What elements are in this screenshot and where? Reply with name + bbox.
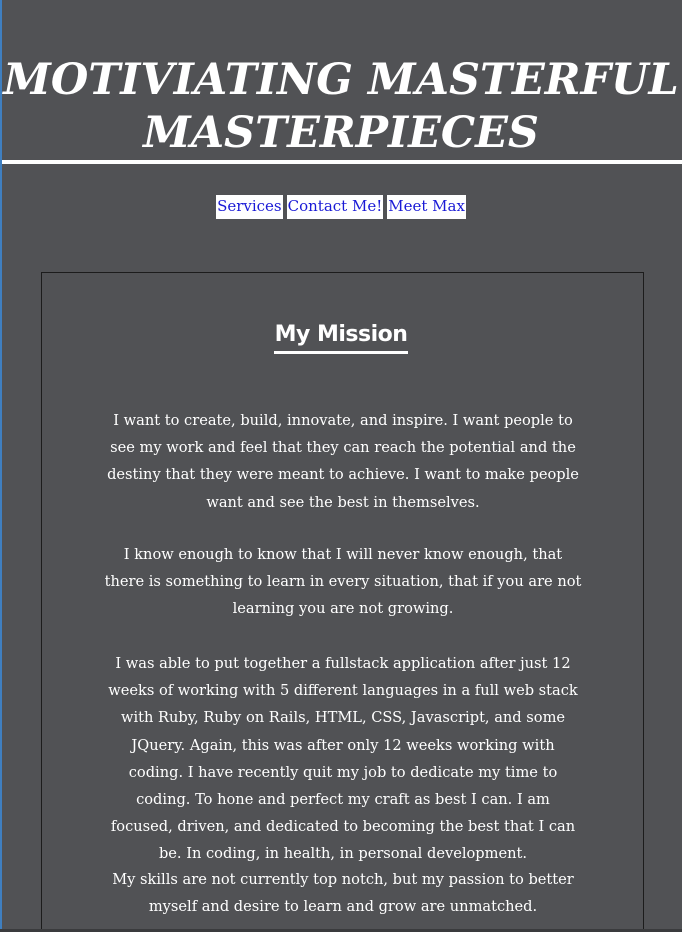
nav-link-meet-max[interactable]: Meet Max	[387, 195, 466, 219]
main-nav: Services Contact Me! Meet Max	[0, 195, 682, 219]
site-title-line-1: MOTIVIATING MASTERFUL	[3, 55, 679, 105]
nav-link-contact[interactable]: Contact Me!	[286, 195, 384, 219]
mission-paragraph-1: I want to create, build, innovate, and i…	[107, 412, 579, 511]
mission-paragraph-3: I was able to put together a fullstack a…	[108, 655, 578, 863]
mission-paragraph-2: I know enough to know that I will never …	[104, 546, 582, 618]
nav-link-services[interactable]: Services	[216, 195, 283, 219]
site-title-line-2: MASTERPIECES	[143, 108, 539, 158]
site-header: MOTIVIATING MASTERFUL MASTERPIECES	[0, 0, 682, 166]
mission-heading: My Mission	[0, 318, 682, 354]
mission-paragraph-4: My skills are not currently top notch, b…	[112, 871, 574, 916]
header-divider	[2, 160, 682, 164]
mission-heading-text: My Mission	[273, 319, 409, 354]
site-title: MOTIVIATING MASTERFUL MASTERPIECES	[0, 54, 682, 160]
